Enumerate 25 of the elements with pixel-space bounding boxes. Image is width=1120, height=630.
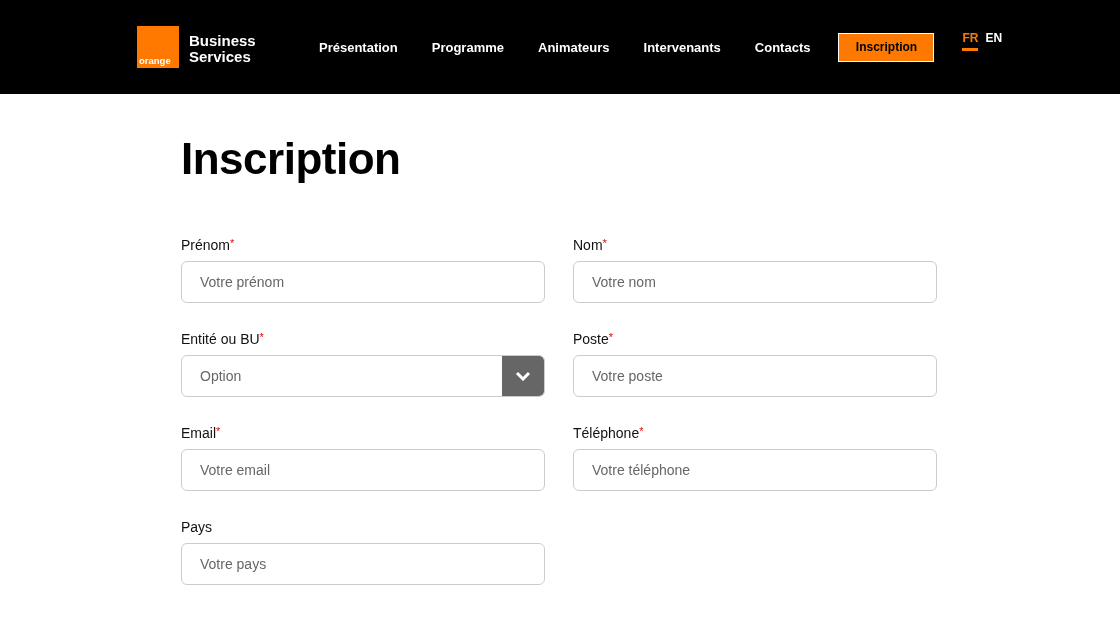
input-field[interactable]: Votre pays — [181, 543, 545, 585]
input-field[interactable]: Votre poste — [573, 355, 937, 397]
chevron-down-icon[interactable] — [502, 356, 544, 396]
field-label: Entité ou BU* — [181, 331, 265, 347]
dropdown-field[interactable]: Option — [181, 355, 545, 397]
field-label: Poste* — [573, 331, 615, 347]
field-label: Téléphone* — [573, 425, 645, 441]
input-field[interactable]: Votre prénom — [181, 261, 545, 303]
nav-link[interactable]: Programme — [431, 39, 504, 55]
field-label: Email* — [181, 425, 222, 441]
input-field[interactable]: Votre nom — [573, 261, 937, 303]
language-link[interactable]: EN — [985, 31, 1003, 51]
input-field[interactable]: Votre téléphone — [573, 449, 937, 491]
field-label: Prénom* — [181, 237, 236, 253]
nav-link[interactable]: Contacts — [754, 39, 811, 55]
nav-link[interactable]: Présentation — [319, 39, 398, 55]
nav-link[interactable]: Animateurs — [538, 39, 610, 55]
register-button[interactable]: Inscription — [838, 32, 935, 62]
input-field[interactable]: Votre email — [181, 449, 545, 491]
field-label: Pays — [181, 519, 214, 535]
page-title: Inscription — [181, 134, 402, 184]
language-link[interactable]: FR — [962, 31, 979, 51]
brand-name: Business Services — [189, 32, 256, 65]
nav-link[interactable]: Intervenants — [643, 39, 721, 55]
field-label: Nom* — [573, 237, 608, 253]
